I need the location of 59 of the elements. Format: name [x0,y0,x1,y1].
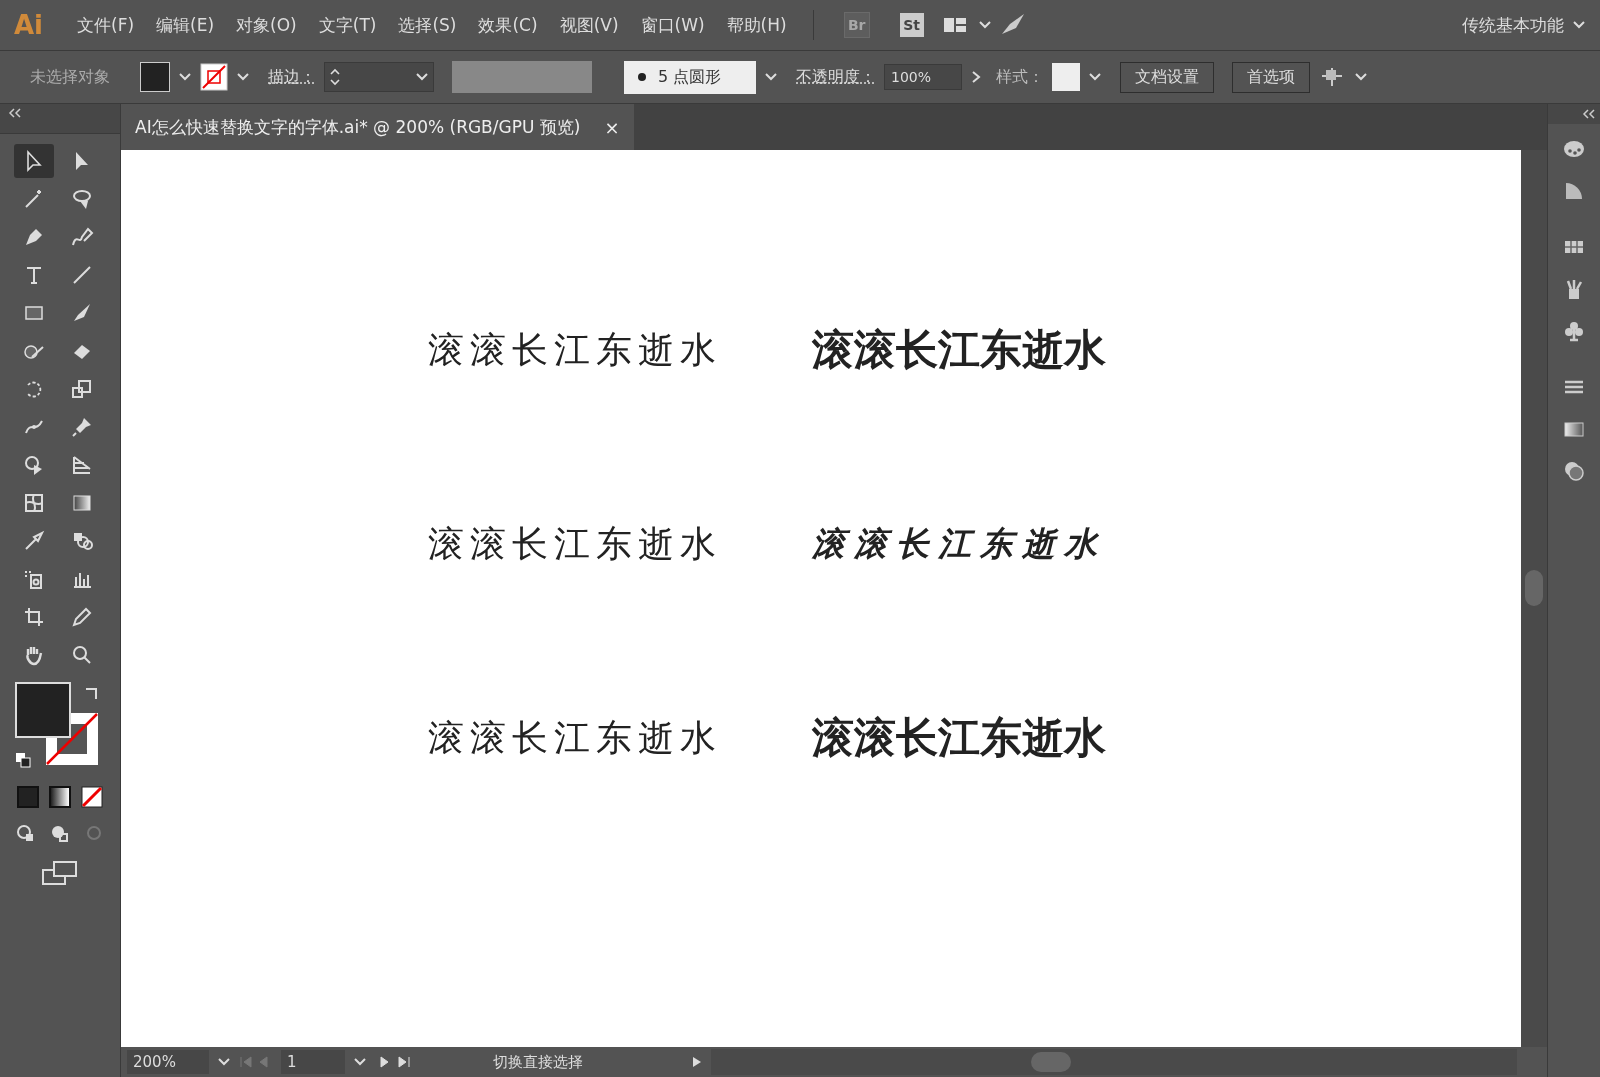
canvas-text: 滚滚长江东逝水 [428,522,722,566]
app-logo: Ai [14,10,44,40]
canvas-text: 滚滚长江东逝水 [812,714,1107,762]
toolbar-button[interactable]: 首选项 [1232,61,1310,93]
stroke-swatch[interactable] [200,63,228,91]
stepper-icon[interactable] [329,66,341,88]
brush-dropdown[interactable]: 5 点圆形 [624,60,756,94]
current-tool-label: 切换直接选择 [493,1052,584,1072]
caret-icon[interactable] [1354,72,1368,82]
opacity-field[interactable]: 100% [884,64,962,90]
panel-header[interactable] [1548,104,1600,124]
menu-item[interactable]: 对象(O) [228,13,305,37]
caret-icon[interactable] [415,72,429,82]
zoom-field[interactable]: 200% [127,1050,209,1074]
caret-icon[interactable] [217,1057,231,1067]
menu-item[interactable]: 效果(C) [470,13,546,37]
none-mode-button[interactable] [81,786,103,808]
caret-icon[interactable] [977,20,992,30]
fill-color-swatch[interactable] [15,682,71,738]
menu-item[interactable]: 帮助(H) [718,13,795,37]
collapse-icon[interactable] [1582,109,1596,119]
canvas-text: 滚滚长江东逝水 [812,523,1107,565]
play-icon[interactable] [691,1055,703,1069]
canvas-text: 滚滚长江东逝水 [428,328,722,372]
page-field[interactable]: 1 [281,1050,345,1074]
menu-item[interactable]: 选择(S) [390,13,465,37]
graphic-style-swatch[interactable] [1052,63,1080,91]
workspace-switcher[interactable]: 传统基本功能 [1462,13,1586,37]
menu-item[interactable]: 文件(F) [69,13,143,37]
canvas-text: 滚滚长江东逝水 [812,326,1107,374]
caret-icon[interactable] [236,72,250,82]
caret-icon[interactable] [1088,72,1102,82]
chevron-right-icon[interactable] [970,70,982,84]
opacity-label: 不透明度： [796,66,876,88]
menu-item[interactable]: 视图(V) [551,13,627,37]
stroke-label: 描边： [268,66,316,88]
stock-button[interactable]: St [899,13,924,37]
document-tab[interactable]: AI怎么快速替换文字的字体.ai* @ 200% (RGB/GPU 预览) × [121,104,634,150]
stroke-weight-field[interactable] [324,62,434,92]
caret-icon[interactable] [178,72,192,82]
fill-swatch[interactable] [140,62,170,92]
color-mode-button[interactable] [17,786,39,808]
menu-item[interactable]: 编辑(E) [148,13,223,37]
style-label: 样式： [996,66,1044,88]
menu-item[interactable]: 文字(T) [310,13,385,37]
caret-icon[interactable] [353,1057,367,1067]
toolbar-button[interactable]: 文档设置 [1120,61,1214,93]
gradient-mode-button[interactable] [49,786,71,808]
caret-icon[interactable] [764,72,778,82]
horizontal-scrollbar[interactable] [711,1049,1517,1075]
canvas-text: 滚滚长江东逝水 [428,716,722,760]
caret-icon [1572,20,1586,30]
menu-item[interactable]: 窗口(W) [632,13,713,37]
vertical-scrollbar[interactable] [1521,150,1547,1047]
selection-status: 未选择对象 [30,66,110,88]
collapse-icon[interactable] [8,108,22,118]
dot-icon [638,73,646,81]
default-colors-icon[interactable] [15,752,31,768]
close-tab-button[interactable]: × [604,116,620,138]
